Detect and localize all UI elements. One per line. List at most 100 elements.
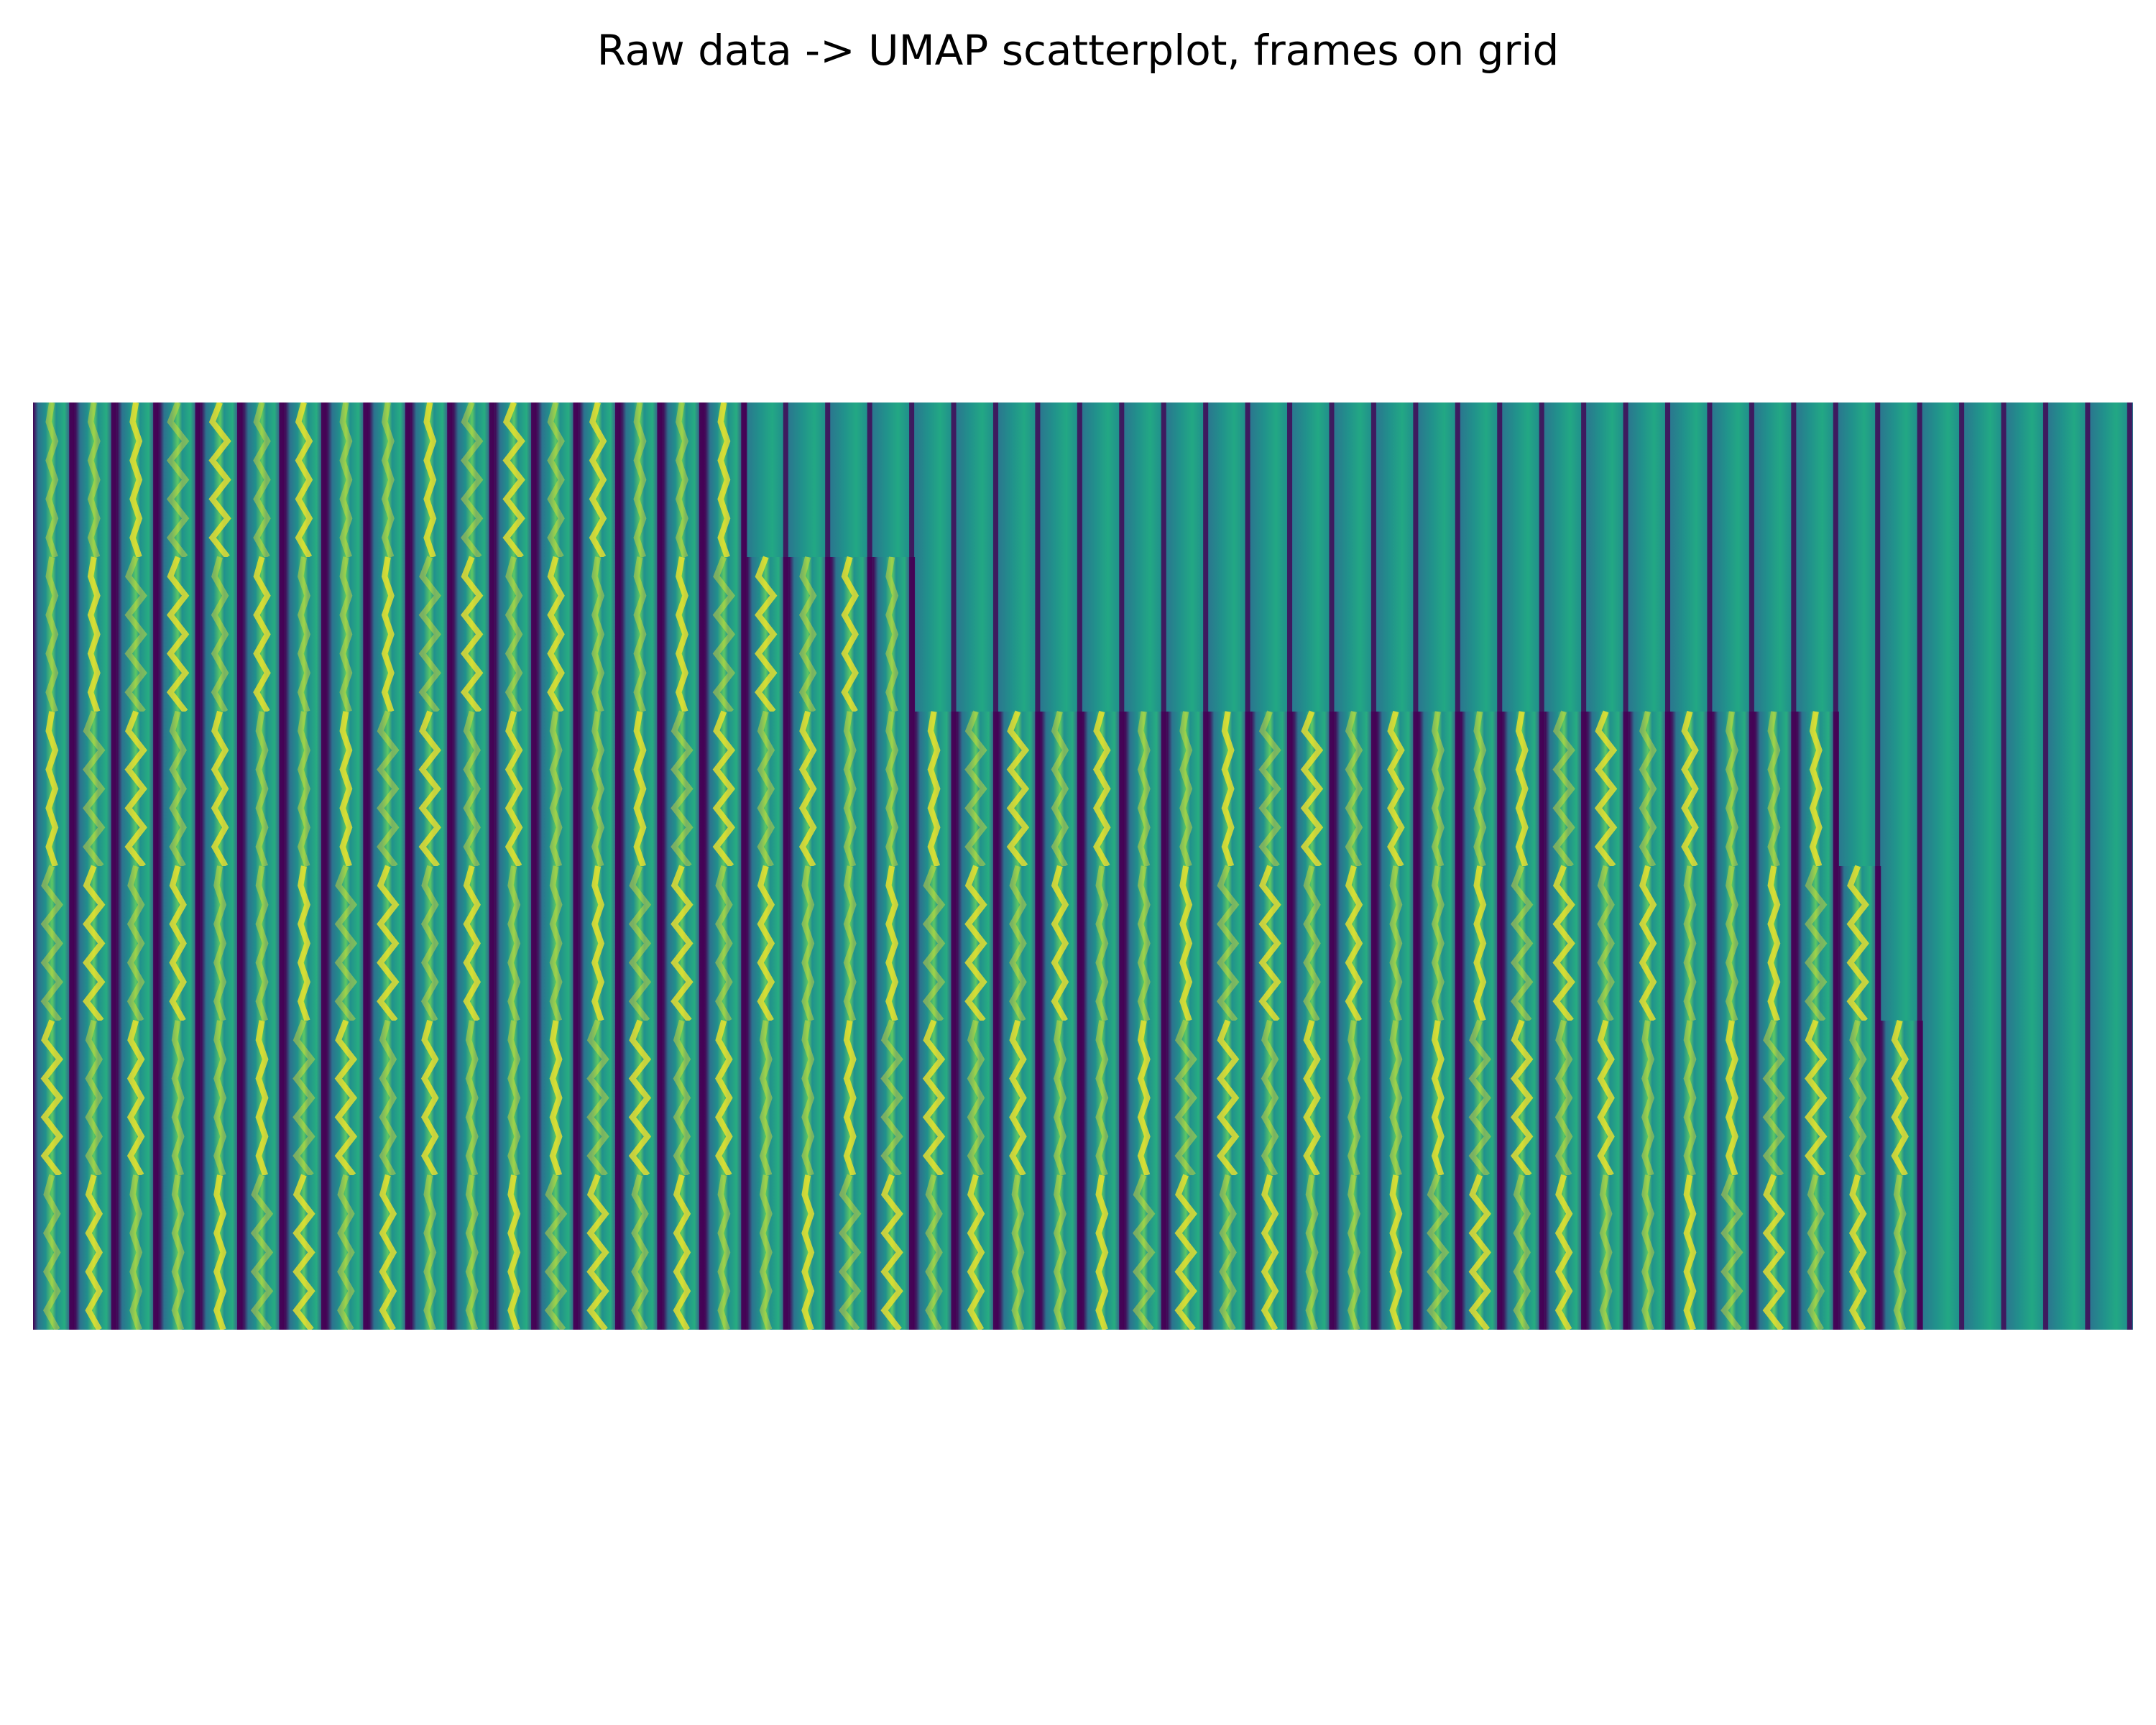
frame-r0-c19 — [831, 402, 873, 557]
frame-stripe-r1-c40 — [1749, 557, 1754, 712]
frame-stripe-r3-c44 — [1917, 866, 1922, 1021]
chart-title: Raw data -> UMAP scatterplot, frames on … — [596, 26, 1560, 75]
frame-stripe-r2-c44 — [1917, 712, 1922, 866]
frame-r2-c48 — [2049, 712, 2091, 866]
frame-stripe-r2-c0 — [69, 712, 75, 866]
frame-r2-c15 — [663, 712, 706, 866]
frame-stripe-r1-c24 — [1077, 557, 1082, 712]
frame-stripe-r3-c24 — [1077, 866, 1082, 1021]
frame-r1-c45 — [1922, 557, 1966, 712]
frame-r0-c24 — [1041, 402, 1083, 557]
frame-r1-c31 — [1335, 557, 1378, 712]
frame-stripe-r5-c42 — [1833, 1175, 1838, 1330]
frame-r0-c26 — [1125, 402, 1167, 557]
frame-stripe-r5-c38 — [1664, 1175, 1670, 1330]
frame-r1-c2 — [116, 557, 160, 712]
frame-stripe-r5-c47 — [2042, 1175, 2048, 1330]
frame-stripe-r4-c43 — [1875, 1021, 1881, 1175]
frame-stripe-r2-c19 — [867, 712, 872, 866]
frame-stripe-r0-c7 — [363, 402, 369, 557]
frame-r4-c42 — [1797, 1021, 1839, 1175]
frame-r3-c44 — [1881, 866, 1923, 1021]
frame-stripe-r2-c34 — [1497, 712, 1503, 866]
frame-r4-c35 — [1503, 1021, 1545, 1175]
frame-r0-c42 — [1797, 402, 1839, 557]
frame-stripe-r2-c28 — [1245, 712, 1250, 866]
frame-stripe-r4-c40 — [1749, 1021, 1754, 1175]
frame-stripe-r4-c27 — [1203, 1021, 1209, 1175]
frame-r0-c20 — [872, 402, 916, 557]
frame-stripe-r3-c39 — [1707, 866, 1713, 1021]
frame-stripe-r1-c39 — [1707, 557, 1713, 712]
frame-stripe-r3-c14 — [657, 866, 663, 1021]
frame-stripe-r0-c0 — [69, 402, 75, 557]
frame-stripe-r5-c0 — [69, 1175, 75, 1330]
frame-stripe-r1-c48 — [2085, 557, 2091, 712]
frame-stripe-r2-c13 — [614, 712, 620, 866]
frame-stripe-r4-c38 — [1664, 1021, 1670, 1175]
frame-r1-c47 — [2007, 557, 2050, 712]
frame-stripe-r4-c1 — [111, 1021, 116, 1175]
frame-r1-c43 — [1838, 557, 1881, 712]
frame-stripe-r0-c25 — [1119, 402, 1125, 557]
frame-stripe-r4-c36 — [1581, 1021, 1587, 1175]
frame-r3-c29 — [1250, 866, 1294, 1021]
frame-stripe-r5-c35 — [1539, 1175, 1544, 1330]
frame-r5-c49 — [2091, 1175, 2133, 1330]
frame-r2-c49 — [2091, 712, 2133, 866]
frame-r1-c16 — [705, 557, 747, 712]
frame-r0-c49 — [2091, 402, 2133, 557]
frame-stripe-r2-c30 — [1329, 712, 1335, 866]
frame-stripe-r3-c4 — [237, 866, 243, 1021]
frame-stripe-r0-c45 — [1959, 402, 1965, 557]
frame-stripe-r2-c15 — [699, 712, 704, 866]
frame-stripe-r4-c34 — [1497, 1021, 1503, 1175]
frame-r2-c30 — [1293, 712, 1335, 866]
frame-stripe-r2-c10 — [489, 712, 494, 866]
frame-stripe-r1-c38 — [1664, 557, 1670, 712]
frame-stripe-r4-c22 — [992, 1021, 998, 1175]
frame-stripe-r2-c46 — [2001, 712, 2007, 866]
frame-stripe-r5-c4 — [237, 1175, 243, 1330]
frame-stripe-r1-c20 — [909, 557, 915, 712]
frame-r2-c43 — [1838, 712, 1881, 866]
frame-stripe-r5-c10 — [489, 1175, 494, 1330]
frame-r5-c27 — [1166, 1175, 1210, 1330]
frame-stripe-r5-c37 — [1623, 1175, 1628, 1330]
frame-stripe-r2-c25 — [1119, 712, 1125, 866]
frame-stripe-r1-c3 — [195, 557, 201, 712]
frame-stripe-r4-c7 — [363, 1021, 369, 1175]
frame-grid — [33, 402, 2133, 1330]
frame-stripe-r3-c31 — [1370, 866, 1376, 1021]
frame-r2-c22 — [957, 712, 1000, 866]
frame-stripe-r2-c39 — [1707, 712, 1713, 866]
frame-stripe-r4-c3 — [195, 1021, 201, 1175]
frame-stripe-r0-c9 — [447, 402, 453, 557]
frame-r5-c5 — [243, 1175, 285, 1330]
frame-stripe-r5-c40 — [1749, 1175, 1754, 1330]
frame-r0-c34 — [1460, 402, 1503, 557]
frame-r1-c37 — [1587, 557, 1629, 712]
frame-r4-c27 — [1166, 1021, 1210, 1175]
frame-stripe-r1-c17 — [783, 557, 788, 712]
frame-r3-c15 — [663, 866, 706, 1021]
frame-stripe-r1-c4 — [237, 557, 243, 712]
frame-stripe-r3-c3 — [195, 866, 201, 1021]
frame-r0-c48 — [2049, 402, 2091, 557]
frame-stripe-r0-c33 — [1455, 402, 1460, 557]
frame-r4-c14 — [621, 1021, 663, 1175]
frame-stripe-r0-c10 — [489, 402, 494, 557]
frame-stripe-r0-c43 — [1875, 402, 1881, 557]
frame-stripe-r1-c23 — [1035, 557, 1041, 712]
frame-stripe-r4-c8 — [405, 1021, 410, 1175]
frame-stripe-r3-c28 — [1245, 866, 1250, 1021]
frame-stripe-r4-c11 — [531, 1021, 537, 1175]
frame-stripe-r5-c26 — [1161, 1175, 1166, 1330]
frame-stripe-r1-c49 — [2127, 557, 2132, 712]
frame-stripe-r2-c47 — [2042, 712, 2048, 866]
frame-stripe-r4-c47 — [2042, 1021, 2048, 1175]
frame-r1-c39 — [1671, 557, 1713, 712]
frame-stripe-r5-c19 — [867, 1175, 872, 1330]
frame-stripe-r4-c16 — [741, 1021, 747, 1175]
frame-r1-c32 — [1377, 557, 1419, 712]
